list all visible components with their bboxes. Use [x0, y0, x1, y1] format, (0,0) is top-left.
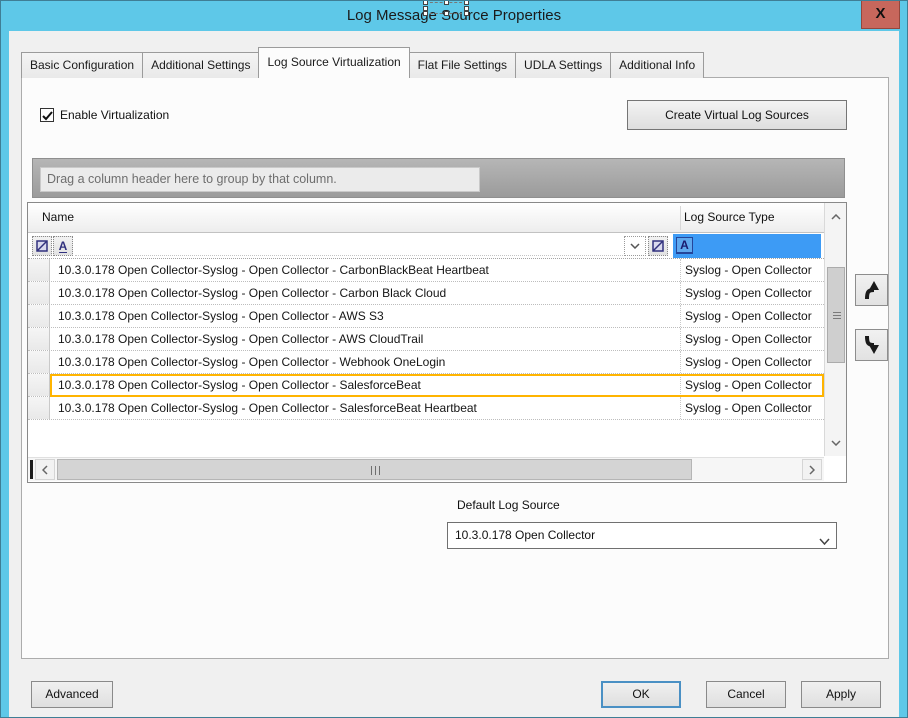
row-indicator[interactable] [28, 305, 50, 327]
dialog-client-area: Basic Configuration Additional Settings … [9, 31, 899, 717]
row-indicator[interactable] [28, 328, 50, 350]
scroll-right-button[interactable] [802, 459, 822, 480]
group-by-panel[interactable]: Drag a column header here to group by th… [32, 158, 845, 198]
letter-a-icon: A [59, 240, 68, 253]
grid-resize-grip[interactable] [30, 460, 33, 479]
chevron-right-icon [809, 465, 815, 475]
grid-header-row: Name Log Source Type [28, 203, 846, 233]
tab-flat-file-settings[interactable]: Flat File Settings [409, 52, 516, 78]
row-type-cell: Syslog - Open Collector [680, 374, 824, 396]
chevron-down-icon [831, 440, 841, 446]
row-type-cell: Syslog - Open Collector [680, 351, 824, 373]
tab-additional-settings[interactable]: Additional Settings [142, 52, 259, 78]
tab-panel-log-source-virtualization: Enable Virtualization Create Virtual Log… [21, 77, 889, 659]
row-indicator[interactable] [28, 374, 50, 396]
row-indicator[interactable] [28, 397, 50, 419]
tab-bar: Basic Configuration Additional Settings … [21, 47, 703, 78]
row-type-cell: Syslog - Open Collector [680, 259, 824, 281]
table-row[interactable]: 10.3.0.178 Open Collector-Syslog - Open … [28, 397, 824, 420]
selection-handles-artifact [425, 2, 467, 14]
row-name-cell: 10.3.0.178 Open Collector-Syslog - Open … [58, 351, 678, 373]
row-indicator[interactable] [28, 282, 50, 304]
row-type-cell: Syslog - Open Collector [680, 328, 824, 350]
ok-button[interactable]: OK [601, 681, 681, 708]
group-by-hint: Drag a column header here to group by th… [40, 167, 480, 192]
table-row[interactable]: 10.3.0.178 Open Collector-Syslog - Open … [28, 259, 824, 282]
thumb-grip-icon [371, 466, 380, 475]
move-down-button[interactable] [855, 329, 888, 361]
name-filter-input[interactable] [75, 236, 623, 256]
tab-log-source-virtualization[interactable]: Log Source Virtualization [258, 47, 409, 78]
row-name-cell: 10.3.0.178 Open Collector-Syslog - Open … [58, 259, 678, 281]
enable-virtualization-label: Enable Virtualization [60, 108, 169, 122]
checkmark-icon [41, 109, 55, 123]
vertical-scroll-thumb[interactable] [827, 267, 845, 363]
row-indicator[interactable] [28, 351, 50, 373]
row-name-cell: 10.3.0.178 Open Collector-Syslog - Open … [58, 282, 678, 304]
type-filter-input-active[interactable]: A [673, 234, 821, 258]
advanced-button[interactable]: Advanced [31, 681, 113, 708]
create-virtual-log-sources-button[interactable]: Create Virtual Log Sources [627, 100, 847, 130]
grid-filter-row: A A [28, 233, 846, 259]
table-row[interactable]: 10.3.0.178 Open Collector-Syslog - Open … [28, 328, 824, 351]
cancel-button[interactable]: Cancel [706, 681, 786, 708]
log-sources-grid: Name Log Source Type A [27, 202, 847, 483]
column-divider[interactable] [680, 206, 681, 230]
row-type-cell: Syslog - Open Collector [680, 282, 824, 304]
scroll-up-button[interactable] [826, 205, 846, 229]
table-row[interactable]: 10.3.0.178 Open Collector-Syslog - Open … [28, 282, 824, 305]
enable-virtualization-checkbox[interactable] [40, 108, 54, 122]
letter-a-icon: A [676, 237, 693, 254]
scroll-down-button[interactable] [826, 432, 846, 454]
move-up-button[interactable] [855, 274, 888, 306]
filter-slash-icon [652, 240, 664, 252]
default-log-source-combobox[interactable]: 10.3.0.178 Open Collector [447, 522, 837, 549]
chevron-down-icon [819, 532, 830, 550]
titlebar[interactable]: Log Message Source Properties X [1, 1, 907, 31]
default-log-source-label: Default Log Source [457, 498, 560, 512]
vertical-scrollbar[interactable] [824, 203, 846, 456]
horizontal-scrollbar[interactable] [28, 457, 824, 481]
scroll-left-button[interactable] [35, 459, 55, 480]
type-filter-condition-button[interactable] [648, 236, 668, 256]
tab-additional-info[interactable]: Additional Info [610, 52, 704, 78]
tab-udla-settings[interactable]: UDLA Settings [515, 52, 611, 78]
row-name-cell: 10.3.0.178 Open Collector-Syslog - Open … [58, 305, 678, 327]
row-type-cell: Syslog - Open Collector [680, 305, 824, 327]
row-type-cell: Syslog - Open Collector [680, 397, 824, 419]
thumb-grip-icon [833, 312, 841, 320]
row-name-cell: 10.3.0.178 Open Collector-Syslog - Open … [58, 397, 678, 419]
curved-arrow-down-icon [861, 334, 883, 356]
chevron-left-icon [42, 465, 48, 475]
chevron-down-icon [630, 243, 640, 249]
name-filter-condition-button[interactable] [32, 236, 52, 256]
curved-arrow-up-icon [861, 279, 883, 301]
close-button[interactable]: X [861, 1, 900, 29]
apply-button[interactable]: Apply [801, 681, 881, 708]
filter-slash-icon [36, 240, 48, 252]
name-filter-dropdown-button[interactable] [624, 236, 646, 256]
dialog-log-message-source-properties: Log Message Source Properties X Basic Co… [0, 0, 908, 718]
column-header-log-source-type[interactable]: Log Source Type [684, 203, 775, 232]
tab-basic-configuration[interactable]: Basic Configuration [21, 52, 143, 78]
grid-rows: 10.3.0.178 Open Collector-Syslog - Open … [28, 259, 824, 420]
table-row[interactable]: 10.3.0.178 Open Collector-Syslog - Open … [28, 351, 824, 374]
enable-virtualization-row: Enable Virtualization [40, 106, 169, 124]
table-row[interactable]: 10.3.0.178 Open Collector-Syslog - Open … [28, 374, 824, 397]
row-indicator[interactable] [28, 259, 50, 281]
table-row[interactable]: 10.3.0.178 Open Collector-Syslog - Open … [28, 305, 824, 328]
row-name-cell: 10.3.0.178 Open Collector-Syslog - Open … [58, 328, 678, 350]
name-filter-case-button[interactable]: A [53, 236, 73, 256]
chevron-up-icon [831, 214, 841, 220]
horizontal-scroll-thumb[interactable] [57, 459, 692, 480]
default-log-source-value: 10.3.0.178 Open Collector [455, 523, 595, 548]
column-header-name[interactable]: Name [42, 203, 74, 232]
row-name-cell: 10.3.0.178 Open Collector-Syslog - Open … [58, 374, 678, 396]
